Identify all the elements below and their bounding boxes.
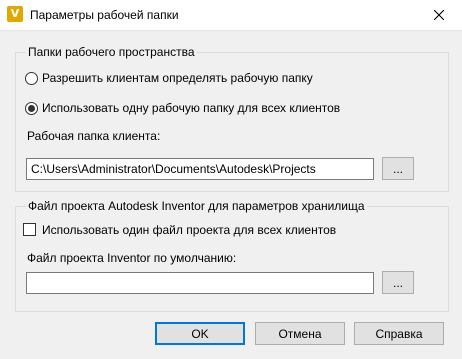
title-bar: V Параметры рабочей папки <box>0 0 462 31</box>
radio-single-folder[interactable] <box>25 102 38 115</box>
radio-allow-clients-label[interactable]: Разрешить клиентам определять рабочую па… <box>42 71 313 85</box>
window-title: Параметры рабочей папки <box>30 8 179 22</box>
close-button[interactable] <box>416 0 462 30</box>
cancel-button[interactable]: Отмена <box>255 322 345 345</box>
radio-single-folder-label[interactable]: Использовать одну рабочую папку для всех… <box>42 101 340 115</box>
vault-app-icon: V <box>7 6 23 22</box>
project-group-title: Файл проекта Autodesk Inventor для парам… <box>26 199 367 213</box>
default-project-browse-button[interactable]: ... <box>382 271 414 294</box>
single-project-checkbox[interactable] <box>23 223 36 236</box>
default-project-input[interactable] <box>26 272 374 294</box>
default-project-label: Файл проекта Inventor по умолчанию: <box>27 251 237 265</box>
help-button[interactable]: Справка <box>354 322 444 345</box>
client-folder-browse-button[interactable]: ... <box>382 157 414 180</box>
close-icon <box>434 10 444 20</box>
client-folder-input[interactable] <box>26 158 374 180</box>
ok-button[interactable]: OK <box>155 322 245 345</box>
workspace-group-title: Папки рабочего пространства <box>26 45 197 59</box>
client-folder-label: Рабочая папка клиента: <box>27 129 161 143</box>
single-project-checkbox-label[interactable]: Использовать один файл проекта для всех … <box>42 223 336 237</box>
radio-allow-clients[interactable] <box>25 72 38 85</box>
